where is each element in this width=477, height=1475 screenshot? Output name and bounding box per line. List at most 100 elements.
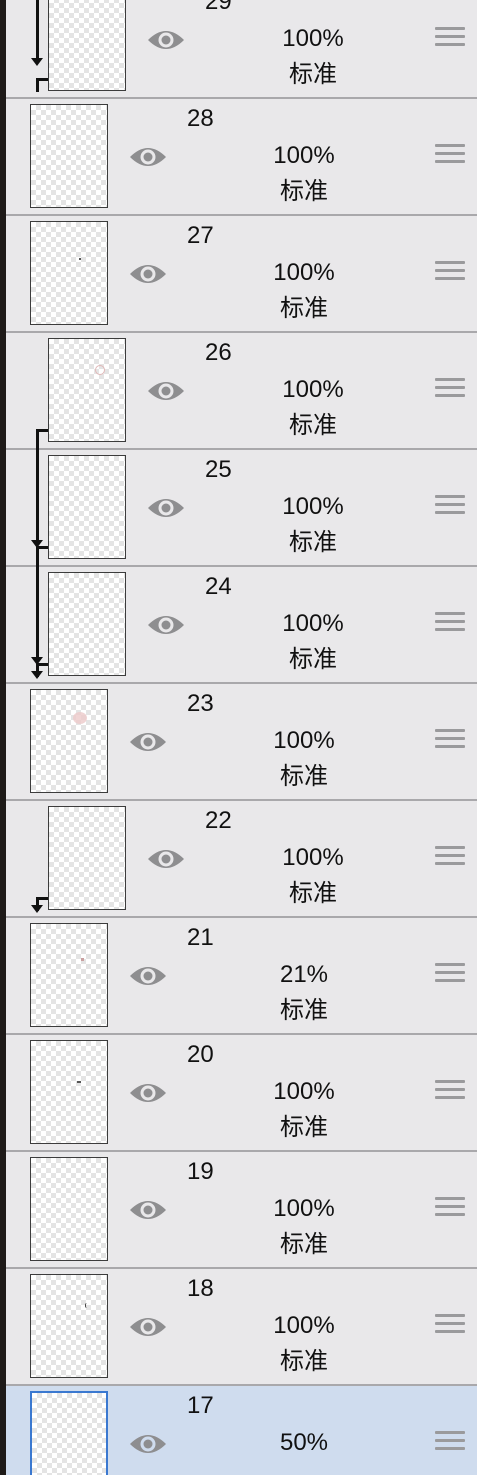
layer-name: 21 — [187, 924, 214, 951]
layer-thumbnail[interactable] — [30, 104, 108, 208]
drag-handle-icon[interactable] — [435, 144, 465, 168]
layer-name: 19 — [187, 1158, 214, 1185]
eye-icon[interactable] — [128, 1078, 168, 1108]
layer-blend-mode[interactable]: 标准 — [268, 646, 358, 674]
layer-row-19[interactable]: 19 100% 标准 — [6, 1152, 477, 1269]
layer-row-25[interactable]: 25 100% 标准 — [6, 450, 477, 567]
layer-blend-mode[interactable]: 标准 — [268, 412, 358, 440]
layer-thumbnail[interactable] — [48, 338, 126, 442]
layer-opacity[interactable]: 100% — [259, 142, 349, 170]
eye-icon[interactable] — [146, 25, 186, 55]
drag-handle-icon[interactable] — [435, 1431, 465, 1455]
eye-icon[interactable] — [128, 1195, 168, 1225]
layer-blend-mode[interactable]: 标准 — [259, 1114, 349, 1142]
layer-name: 29 — [205, 0, 232, 15]
layer-thumbnail[interactable] — [30, 1157, 108, 1261]
layer-row-24[interactable]: 24 100% 标准 — [6, 567, 477, 684]
layer-blend-mode[interactable]: 标准 — [268, 880, 358, 908]
layer-opacity[interactable]: 100% — [268, 610, 358, 638]
layer-thumbnail[interactable] — [48, 0, 126, 91]
drag-handle-icon[interactable] — [435, 495, 465, 519]
clipping-line — [36, 429, 39, 450]
layer-opacity[interactable]: 100% — [259, 1195, 349, 1223]
layer-opacity[interactable]: 100% — [259, 727, 349, 755]
eye-icon[interactable] — [146, 376, 186, 406]
layer-row-18[interactable]: 18 100% 标准 — [6, 1269, 477, 1386]
layer-row-23[interactable]: 23 100% 标准 — [6, 684, 477, 801]
layer-thumbnail[interactable] — [30, 221, 108, 325]
layer-blend-mode[interactable]: 标准 — [259, 178, 349, 206]
eye-icon[interactable] — [146, 493, 186, 523]
thumbnail-stroke — [79, 258, 81, 260]
layer-thumbnail[interactable] — [30, 689, 108, 793]
drag-handle-icon[interactable] — [435, 261, 465, 285]
layer-name: 24 — [205, 573, 232, 600]
drag-handle-icon[interactable] — [435, 1080, 465, 1104]
layer-thumbnail[interactable] — [30, 1040, 108, 1144]
layer-opacity[interactable]: 100% — [268, 844, 358, 872]
layer-opacity[interactable]: 21% — [259, 961, 349, 989]
layer-name: 25 — [205, 456, 232, 483]
layer-opacity[interactable]: 100% — [268, 493, 358, 521]
layer-opacity[interactable]: 100% — [268, 25, 358, 53]
clipping-arrow-icon — [31, 58, 43, 66]
layer-thumbnail[interactable] — [30, 1391, 108, 1475]
clipping-arrow-icon — [31, 671, 43, 679]
layer-name: 27 — [187, 222, 214, 249]
layer-opacity[interactable]: 100% — [259, 1312, 349, 1340]
thumbnail-stroke — [85, 1303, 90, 1308]
layer-blend-mode[interactable]: 标准 — [268, 529, 358, 557]
eye-icon[interactable] — [128, 1312, 168, 1342]
eye-icon[interactable] — [128, 727, 168, 757]
eye-icon[interactable] — [128, 259, 168, 289]
layer-name: 17 — [187, 1392, 214, 1419]
layer-blend-mode[interactable]: 标准 — [268, 61, 358, 89]
layer-name: 18 — [187, 1275, 214, 1302]
layer-name: 23 — [187, 690, 214, 717]
layer-name: 28 — [187, 105, 214, 132]
eye-icon[interactable] — [128, 1429, 168, 1459]
eye-icon[interactable] — [128, 142, 168, 172]
drag-handle-icon[interactable] — [435, 378, 465, 402]
clipping-hook-stem — [36, 78, 39, 92]
layer-thumbnail[interactable] — [48, 455, 126, 559]
drag-handle-icon[interactable] — [435, 1197, 465, 1221]
layer-blend-mode[interactable]: 标准 — [259, 1348, 349, 1376]
layer-thumbnail[interactable] — [48, 806, 126, 910]
layer-thumbnail[interactable] — [48, 572, 126, 676]
drag-handle-icon[interactable] — [435, 1314, 465, 1338]
layer-row-17[interactable]: 17 50% — [6, 1386, 477, 1475]
layer-row-20[interactable]: 20 100% 标准 — [6, 1035, 477, 1152]
drag-handle-icon[interactable] — [435, 729, 465, 753]
thumbnail-stroke — [95, 365, 105, 375]
eye-icon[interactable] — [146, 844, 186, 874]
eye-icon[interactable] — [128, 961, 168, 991]
layer-opacity[interactable]: 100% — [259, 259, 349, 287]
layer-row-26[interactable]: 26 100% 标准 — [6, 333, 477, 450]
thumbnail-stroke — [81, 958, 84, 961]
layer-blend-mode[interactable]: 标准 — [259, 997, 349, 1025]
layer-row-22[interactable]: 22 100% 标准 — [6, 801, 477, 918]
layer-row-27[interactable]: 27 100% 标准 — [6, 216, 477, 333]
layer-blend-mode[interactable]: 标准 — [259, 763, 349, 791]
layer-blend-mode[interactable]: 标准 — [259, 1231, 349, 1259]
layer-opacity[interactable]: 100% — [259, 1078, 349, 1106]
layer-blend-mode[interactable]: 标准 — [259, 295, 349, 323]
layer-thumbnail[interactable] — [30, 923, 108, 1027]
drag-handle-icon[interactable] — [435, 846, 465, 870]
layer-row-21[interactable]: 21 21% 标准 — [6, 918, 477, 1035]
layers-panel: 29 100% 标准 28 100% 标准 27 100% 标准 26 100%… — [6, 0, 477, 1475]
clipping-line — [36, 567, 39, 659]
layer-row-29[interactable]: 29 100% 标准 — [6, 0, 477, 99]
clipping-arrow-icon — [31, 905, 43, 913]
layer-thumbnail[interactable] — [30, 1274, 108, 1378]
drag-handle-icon[interactable] — [435, 963, 465, 987]
drag-handle-icon[interactable] — [435, 27, 465, 51]
drag-handle-icon[interactable] — [435, 612, 465, 636]
eye-icon[interactable] — [146, 610, 186, 640]
layer-name: 20 — [187, 1041, 214, 1068]
layer-row-28[interactable]: 28 100% 标准 — [6, 99, 477, 216]
clipping-hook-stem — [36, 546, 39, 567]
layer-opacity[interactable]: 50% — [259, 1429, 349, 1457]
layer-opacity[interactable]: 100% — [268, 376, 358, 404]
